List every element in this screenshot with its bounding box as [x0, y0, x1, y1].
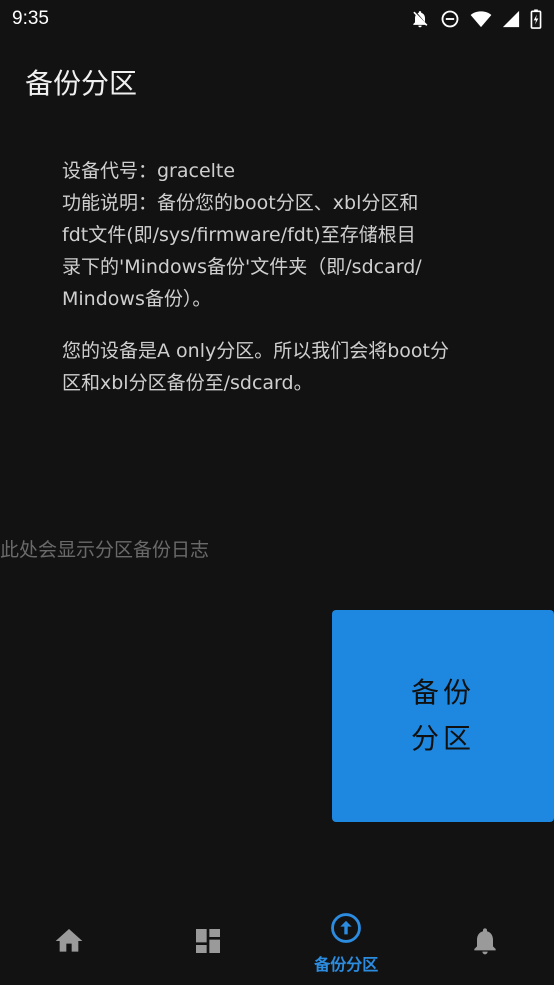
notifications-off-icon	[410, 9, 430, 29]
description-line: fdt文件(即/sys/firmware/fdt)至存储根目	[62, 224, 416, 246]
backup-button-label: 备份分区	[410, 677, 475, 754]
home-icon	[53, 925, 85, 961]
partition-note: 您的设备是A only分区。所以我们会将boot分 区和xbl分区备份至/sdc…	[62, 335, 502, 399]
bell-icon	[469, 925, 501, 961]
nav-label-backup: 备份分区	[314, 954, 379, 974]
device-info: 设备代号：gracelte 功能说明：备份您的boot分区、xbl分区和 fdt…	[62, 155, 502, 399]
status-icons	[410, 9, 542, 29]
upload-circle-icon	[329, 911, 363, 949]
do-not-disturb-icon	[440, 9, 460, 29]
page-title: 备份分区	[25, 67, 138, 100]
nav-item-dashboard[interactable]	[139, 900, 278, 985]
partition-note-line: 区和xbl分区备份至/sdcard。	[62, 372, 313, 394]
wifi-icon	[470, 10, 492, 28]
bottom-navigation: 备份分区	[0, 900, 554, 985]
nav-item-backup[interactable]: 备份分区	[277, 900, 416, 985]
description-line: 功能说明：备份您的boot分区、xbl分区和	[62, 192, 419, 214]
status-bar: 9:35	[0, 0, 554, 38]
device-code-line: 设备代号：gracelte	[62, 160, 236, 182]
description-line: 录下的'Mindows备份'文件夹（即/sdcard/	[62, 256, 422, 278]
cell-signal-icon	[502, 10, 520, 28]
backup-partitions-button[interactable]: 备份分区	[332, 610, 554, 822]
backup-log: 此处会显示分区备份日志	[0, 539, 210, 561]
status-time: 9:35	[12, 8, 49, 29]
partition-note-line: 您的设备是A only分区。所以我们会将boot分	[62, 340, 449, 362]
battery-charging-icon	[530, 9, 542, 29]
dashboard-icon	[192, 925, 224, 961]
description-line: Mindows备份）。	[62, 288, 212, 310]
nav-item-home[interactable]	[0, 900, 139, 985]
nav-item-notifications[interactable]	[416, 900, 554, 985]
